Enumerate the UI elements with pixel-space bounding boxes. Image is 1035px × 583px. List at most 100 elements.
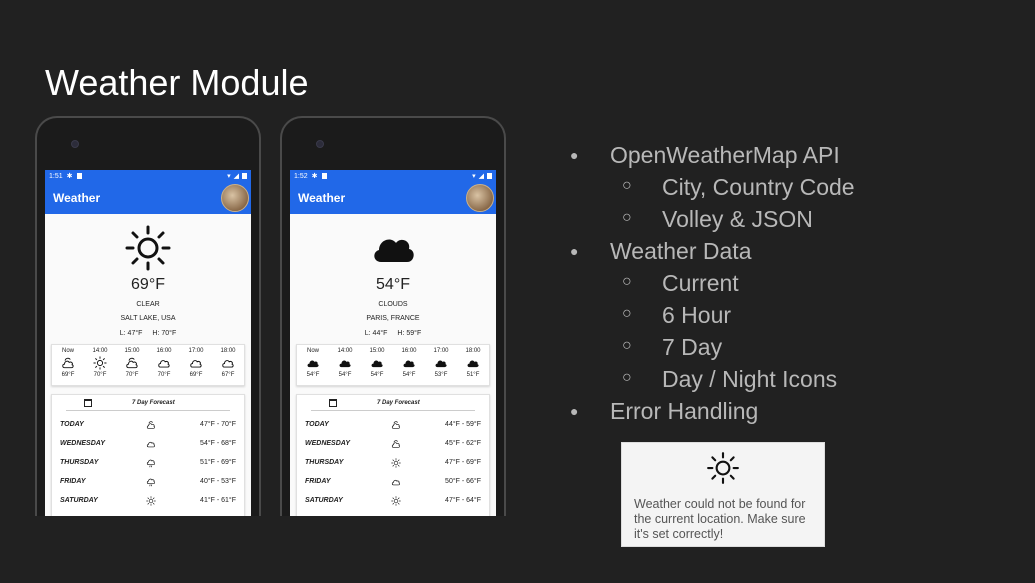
daily-range: 54°F - 68°F <box>200 440 236 447</box>
hourly-temp: 70°F <box>125 372 139 378</box>
hourly-temp: 53°F <box>434 372 448 378</box>
rain-cloud-icon <box>146 478 155 486</box>
daily-row[interactable]: TODAY 47°F - 70°F <box>60 415 236 434</box>
bullet-item: Error Handling <box>570 398 855 430</box>
daily-row[interactable]: THURSDAY 51°F - 69°F <box>60 453 236 472</box>
daily-title: 7 Day Forecast <box>377 400 420 406</box>
partly-cloudy-icon <box>391 420 400 429</box>
status-time: 1:51 <box>49 172 63 180</box>
current-weather: 69°F CLEAR SALT LAKE, USA L: 47°F H: 70°F <box>45 224 251 337</box>
wifi-icon: ▾ <box>472 173 476 180</box>
cloud-filled-icon <box>307 360 319 368</box>
hourly-time: 15:00 <box>369 348 385 354</box>
hourly-forecast[interactable]: Now 54°F 14:00 54°F 15:00 54°F 16:00 54°F 17:00 5… <box>296 344 490 386</box>
signal-icon: ◢ <box>478 173 484 180</box>
avatar[interactable] <box>466 184 494 212</box>
daily-forecast-card: 7 Day Forecast TODAY 44°F - 59°F WEDNESDAY… <box>296 394 490 516</box>
high-temp: H: 70°F <box>152 330 177 337</box>
avatar[interactable] <box>221 184 249 212</box>
camera-dot <box>316 140 324 148</box>
daily-title: 7 Day Forecast <box>132 400 175 406</box>
sub-bullet-item: Current <box>570 270 855 302</box>
hourly-forecast[interactable]: Now 69°F 14:00 70°F 15:00 70°F 16:00 70°F 17:00 6… <box>51 344 245 386</box>
daily-day: TODAY <box>60 421 84 428</box>
hourly-item: 15:00 70°F <box>118 348 146 385</box>
hourly-temp: 54°F <box>306 372 320 378</box>
daily-row[interactable]: WEDNESDAY 45°F - 62°F <box>305 434 481 453</box>
daily-header: 7 Day Forecast <box>66 399 230 411</box>
sun-icon <box>707 452 739 484</box>
hourly-time: 17:00 <box>433 348 449 354</box>
sub-bullet-item: Day / Night Icons <box>570 366 855 398</box>
error-card: Weather could not be found for the curre… <box>621 442 825 547</box>
daily-range: 45°F - 62°F <box>445 440 481 447</box>
hourly-item: 15:00 54°F <box>363 348 391 385</box>
hourly-time: Now <box>61 348 74 354</box>
phone-screen: 1:52 ✱ ▾ ◢ Weather 54°F CLOUDS PARIS, FRAN… <box>290 170 496 516</box>
low-high: L: 44°F H: 59°F <box>290 330 496 337</box>
current-temp: 69°F <box>131 276 165 293</box>
cloud-icon <box>146 441 155 447</box>
status-bar: 1:52 ✱ ▾ ◢ <box>290 170 496 182</box>
status-time: 1:52 <box>294 172 308 180</box>
battery-icon <box>242 173 247 179</box>
daily-row[interactable]: FRIDAY 40°F - 53°F <box>60 472 236 491</box>
sun-icon <box>146 495 156 506</box>
daily-header: 7 Day Forecast <box>311 399 475 411</box>
slide-title: Weather Module <box>45 62 309 103</box>
current-condition: CLOUDS <box>378 301 408 308</box>
low-temp: L: 44°F <box>364 330 388 337</box>
sub-bullet-item: City, Country Code <box>570 174 855 206</box>
sub-bullet-item: 6 Hour <box>570 302 855 334</box>
cloud-icon <box>158 360 170 368</box>
daily-row[interactable]: SATURDAY 47°F - 64°F <box>305 491 481 510</box>
current-condition: CLEAR <box>136 301 160 308</box>
partly-cloudy-icon <box>146 420 155 429</box>
daily-row[interactable]: TODAY 44°F - 59°F <box>305 415 481 434</box>
sub-bullet-item: 7 Day <box>570 334 855 366</box>
daily-range: 47°F - 69°F <box>445 459 481 466</box>
hourly-time: Now <box>306 348 319 354</box>
daily-forecast-card: 7 Day Forecast TODAY 47°F - 70°F WEDNESDAY… <box>51 394 245 516</box>
daily-row[interactable]: WEDNESDAY 54°F - 68°F <box>60 434 236 453</box>
current-temp: 54°F <box>376 276 410 293</box>
hourly-time: 18:00 <box>220 348 236 354</box>
daily-day: THURSDAY <box>305 459 344 466</box>
phone-salt-lake: 1:51 ✱ ▾ ◢ Weather 69°F CLEAR SALT LAKE, U… <box>35 116 261 516</box>
hourly-time: 15:00 <box>124 348 140 354</box>
error-message: Weather could not be found for the curre… <box>634 497 806 541</box>
sub-bullet-item: Volley & JSON <box>570 206 855 238</box>
hourly-time: 18:00 <box>465 348 481 354</box>
status-bar: 1:51 ✱ ▾ ◢ <box>45 170 251 182</box>
hourly-item: 18:00 51°F <box>459 348 487 385</box>
low-temp: L: 47°F <box>119 330 143 337</box>
current-location: SALT LAKE, USA <box>120 315 176 322</box>
notification-icon <box>76 173 82 179</box>
app-title: Weather <box>53 191 101 205</box>
daily-row[interactable]: SATURDAY 41°F - 61°F <box>60 491 236 510</box>
cloud-filled-icon <box>339 360 351 368</box>
cloud-filled-icon <box>467 360 479 368</box>
current-location: PARIS, FRANCE <box>366 315 420 322</box>
hourly-time: 14:00 <box>92 348 108 354</box>
daily-row[interactable]: FRIDAY 50°F - 66°F <box>305 472 481 491</box>
daily-range: 41°F - 61°F <box>200 497 236 504</box>
daily-day: WEDNESDAY <box>305 440 350 447</box>
sun-icon <box>125 225 171 271</box>
cloud-icon <box>190 360 202 368</box>
daily-day: FRIDAY <box>60 478 86 485</box>
hourly-time: 16:00 <box>156 348 172 354</box>
cloud-filled-icon <box>403 360 415 368</box>
hourly-temp: 54°F <box>338 372 352 378</box>
daily-range: 47°F - 64°F <box>445 497 481 504</box>
daily-day: FRIDAY <box>305 478 331 485</box>
phone-screen: 1:51 ✱ ▾ ◢ Weather 69°F CLEAR SALT LAKE, U… <box>45 170 251 516</box>
hourly-temp: 54°F <box>402 372 416 378</box>
app-title: Weather <box>298 191 346 205</box>
hourly-item: 16:00 70°F <box>150 348 178 385</box>
hourly-item: Now 54°F <box>299 348 327 385</box>
rain-cloud-icon <box>146 459 155 467</box>
daily-row[interactable]: THURSDAY 47°F - 69°F <box>305 453 481 472</box>
daily-day: SATURDAY <box>60 497 98 504</box>
calendar-icon <box>329 399 337 407</box>
